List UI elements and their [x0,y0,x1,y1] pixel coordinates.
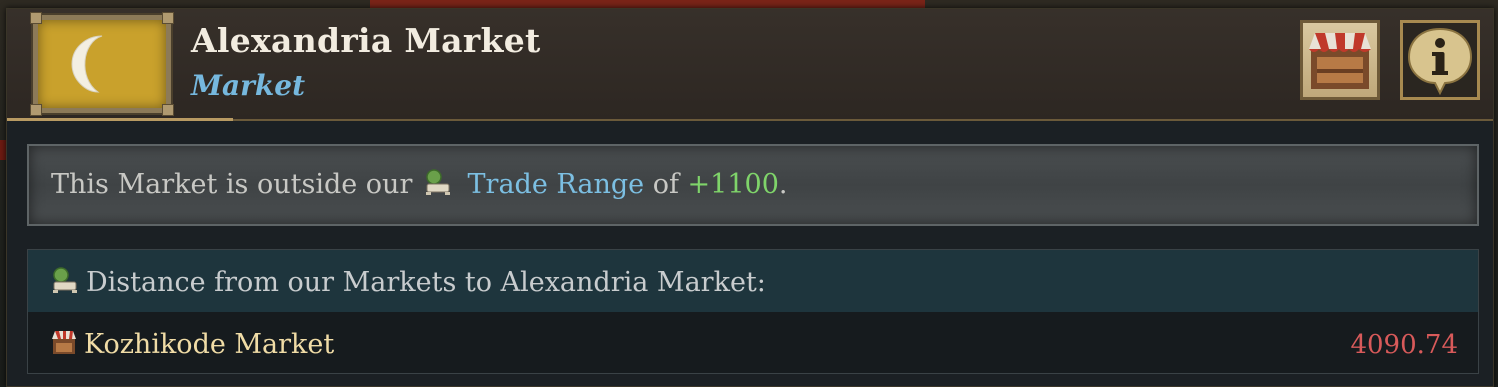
header-accent-line [7,118,233,121]
market-info-panel: Alexandria Market Market This Market is … [6,8,1494,387]
distance-value: 4090.74 [1350,330,1458,360]
market-stall-icon [1309,33,1371,89]
trade-range-message: This Market is outside our Trade Range o… [51,168,787,200]
notice-middle: of [652,169,679,200]
page-title: Alexandria Market [191,21,541,60]
info-button[interactable] [1400,20,1480,100]
notice-suffix: . [778,169,788,200]
trade-range-link[interactable]: Trade Range [468,169,645,200]
market-stall-icon [52,331,76,354]
market-distance-list: Distance from our Markets to Alexandria … [27,249,1479,374]
trade-range-icon [53,267,77,293]
info-icon [1407,27,1473,96]
market-name: Kozhikode Market [84,329,335,360]
market-flag [30,12,174,116]
trade-range-notice: This Market is outside our Trade Range o… [27,144,1479,226]
crescent-moon-icon [71,35,103,93]
list-item[interactable]: Kozhikode Market 4090.74 [28,312,1478,372]
notice-prefix: This Market is outside our [51,169,413,200]
market-stall-button[interactable] [1300,20,1380,100]
distance-header: Distance from our Markets to Alexandria … [28,250,1478,312]
trade-range-icon [425,169,450,195]
trade-range-value: +1100 [687,169,779,200]
page-subtitle: Market [191,69,306,102]
distance-header-label: Distance from our Markets to Alexandria … [86,267,766,298]
panel-header: Alexandria Market Market [7,9,1493,121]
